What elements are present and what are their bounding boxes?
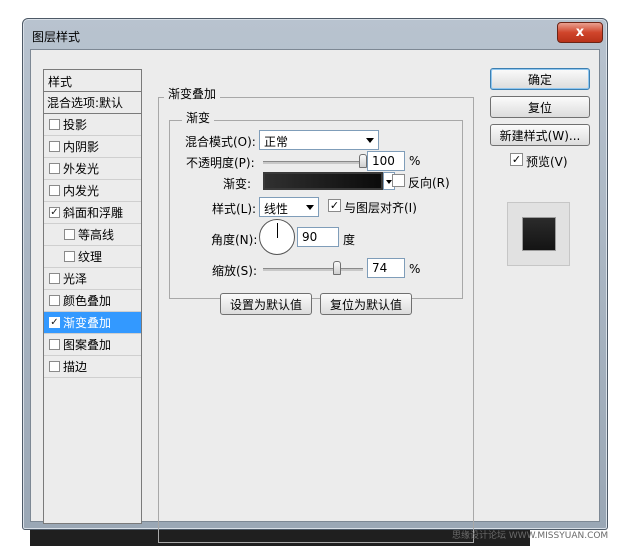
chevron-down-icon xyxy=(366,138,374,143)
angle-value: 90 xyxy=(302,230,318,244)
checkbox-icon[interactable] xyxy=(49,361,60,372)
style-list-item[interactable]: ✓ 斜面和浮雕 xyxy=(44,202,141,224)
scale-unit: % xyxy=(409,262,421,276)
style-list-item-label: 投影 xyxy=(63,118,88,132)
style-label: 样式(L): xyxy=(212,202,257,216)
checkbox-icon[interactable] xyxy=(49,295,60,306)
style-items: 投影 内阴影 外发光 内发光 ✓ 斜面和浮雕 等高线 纹理 光泽 颜色叠加 ✓ 渐变叠加 图案叠加 描边 xyxy=(44,114,141,378)
layer-style-dialog: 图层样式 x 样式 混合选项:默认 投影 内阴影 外发光 内发光 ✓ 斜面和浮雕 等高线 纹理… xyxy=(22,18,608,543)
gradient-style-value: 线性 xyxy=(264,202,289,216)
new-style-button[interactable]: 新建样式(W)... xyxy=(490,124,590,146)
style-list-item[interactable]: 投影 xyxy=(44,114,141,136)
window-title: 图层样式 xyxy=(32,30,81,44)
chevron-down-icon xyxy=(306,205,314,210)
blend-mode-label: 混合模式(O): xyxy=(185,135,256,149)
checkbox-icon[interactable] xyxy=(64,251,75,262)
style-list-item[interactable]: 内阴影 xyxy=(44,136,141,158)
reset-button[interactable]: 复位 xyxy=(490,96,590,118)
gradient-swatch[interactable] xyxy=(263,172,383,190)
close-icon: x xyxy=(575,25,585,40)
align-with-layer-checkbox[interactable]: ✓ xyxy=(328,199,341,212)
checkbox-icon[interactable] xyxy=(49,163,60,174)
align-with-layer-label: 与图层对齐(I) xyxy=(344,201,417,215)
style-list-item-label: 外发光 xyxy=(63,162,100,176)
style-list-item-label: 斜面和浮雕 xyxy=(63,206,124,220)
style-list-item-label: 内发光 xyxy=(63,184,100,198)
reverse-checkbox[interactable] xyxy=(392,174,405,187)
style-list-item[interactable]: 外发光 xyxy=(44,158,141,180)
style-list-item[interactable]: 图案叠加 xyxy=(44,334,141,356)
style-list-item[interactable]: 描边 xyxy=(44,356,141,378)
gradient-label: 渐变: xyxy=(223,177,252,191)
preview-checkbox[interactable]: ✓ xyxy=(510,153,523,166)
reset-to-default-button[interactable]: 复位为默认值 xyxy=(320,293,412,315)
style-list: 样式 混合选项:默认 投影 内阴影 外发光 内发光 ✓ 斜面和浮雕 等高线 纹理 光泽 颜色叠加 ✓… xyxy=(43,69,142,524)
style-preview xyxy=(507,202,570,266)
checkbox-icon[interactable] xyxy=(64,229,75,240)
opacity-label: 不透明度(P): xyxy=(186,156,255,170)
checkbox-icon[interactable] xyxy=(49,141,60,152)
dialog-client-area: 样式 混合选项:默认 投影 内阴影 外发光 内发光 ✓ 斜面和浮雕 等高线 纹理 光泽 颜色叠加 ✓… xyxy=(30,49,600,543)
opacity-slider-thumb[interactable] xyxy=(359,154,367,168)
blend-options-item[interactable]: 混合选项:默认 xyxy=(44,92,141,114)
preview-label: 预览(V) xyxy=(526,155,568,169)
title-bar[interactable]: 图层样式 x xyxy=(23,19,607,49)
gradient-overlay-title: 渐变叠加 xyxy=(164,85,221,102)
checkbox-icon[interactable] xyxy=(49,119,60,130)
style-list-item-label: 光泽 xyxy=(63,272,88,286)
angle-label: 角度(N): xyxy=(211,233,258,247)
style-list-item-label: 渐变叠加 xyxy=(63,316,112,330)
watermark: 思缘设计论坛 WWW.MISSYUAN.COM xyxy=(452,531,609,541)
gradient-style-select[interactable]: 线性 xyxy=(259,197,319,217)
style-list-item[interactable]: 等高线 xyxy=(44,224,141,246)
blend-mode-select[interactable]: 正常 xyxy=(259,130,379,150)
style-list-item-label: 图案叠加 xyxy=(63,338,112,352)
checked-checkbox-icon[interactable]: ✓ xyxy=(49,317,60,328)
opacity-input[interactable]: 100 xyxy=(367,151,405,171)
style-list-item-label: 内阴影 xyxy=(63,140,100,154)
checkbox-icon[interactable] xyxy=(49,339,60,350)
style-list-item-label: 描边 xyxy=(63,360,88,374)
scale-slider-track[interactable] xyxy=(263,268,363,271)
close-button[interactable]: x xyxy=(557,22,603,43)
opacity-unit: % xyxy=(409,154,421,168)
style-list-item[interactable]: 内发光 xyxy=(44,180,141,202)
scale-slider-thumb[interactable] xyxy=(333,261,341,275)
scale-value: 74 xyxy=(372,261,388,275)
style-list-item-label: 颜色叠加 xyxy=(63,294,112,308)
style-list-item-label: 等高线 xyxy=(78,228,115,242)
style-list-item[interactable]: ✓ 渐变叠加 xyxy=(44,312,141,334)
scale-label: 缩放(S): xyxy=(212,264,258,278)
opacity-value: 100 xyxy=(372,154,395,168)
checkbox-icon[interactable] xyxy=(49,185,60,196)
opacity-slider-track[interactable] xyxy=(263,161,363,164)
blend-mode-value: 正常 xyxy=(264,135,289,149)
angle-dial[interactable] xyxy=(259,219,295,255)
style-list-header[interactable]: 样式 xyxy=(44,70,141,92)
angle-input[interactable]: 90 xyxy=(297,227,339,247)
ok-button[interactable]: 确定 xyxy=(490,68,590,90)
checked-checkbox-icon[interactable]: ✓ xyxy=(49,207,60,218)
style-list-item[interactable]: 颜色叠加 xyxy=(44,290,141,312)
angle-unit: 度 xyxy=(343,233,356,247)
reverse-label: 反向(R) xyxy=(408,176,450,190)
make-default-button[interactable]: 设置为默认值 xyxy=(220,293,312,315)
style-list-item-label: 纹理 xyxy=(78,250,103,264)
preview-swatch xyxy=(523,218,555,250)
scale-input[interactable]: 74 xyxy=(367,258,405,278)
style-list-item[interactable]: 光泽 xyxy=(44,268,141,290)
gradient-subgroup-title: 渐变 xyxy=(182,109,215,126)
style-list-item[interactable]: 纹理 xyxy=(44,246,141,268)
checkbox-icon[interactable] xyxy=(49,273,60,284)
